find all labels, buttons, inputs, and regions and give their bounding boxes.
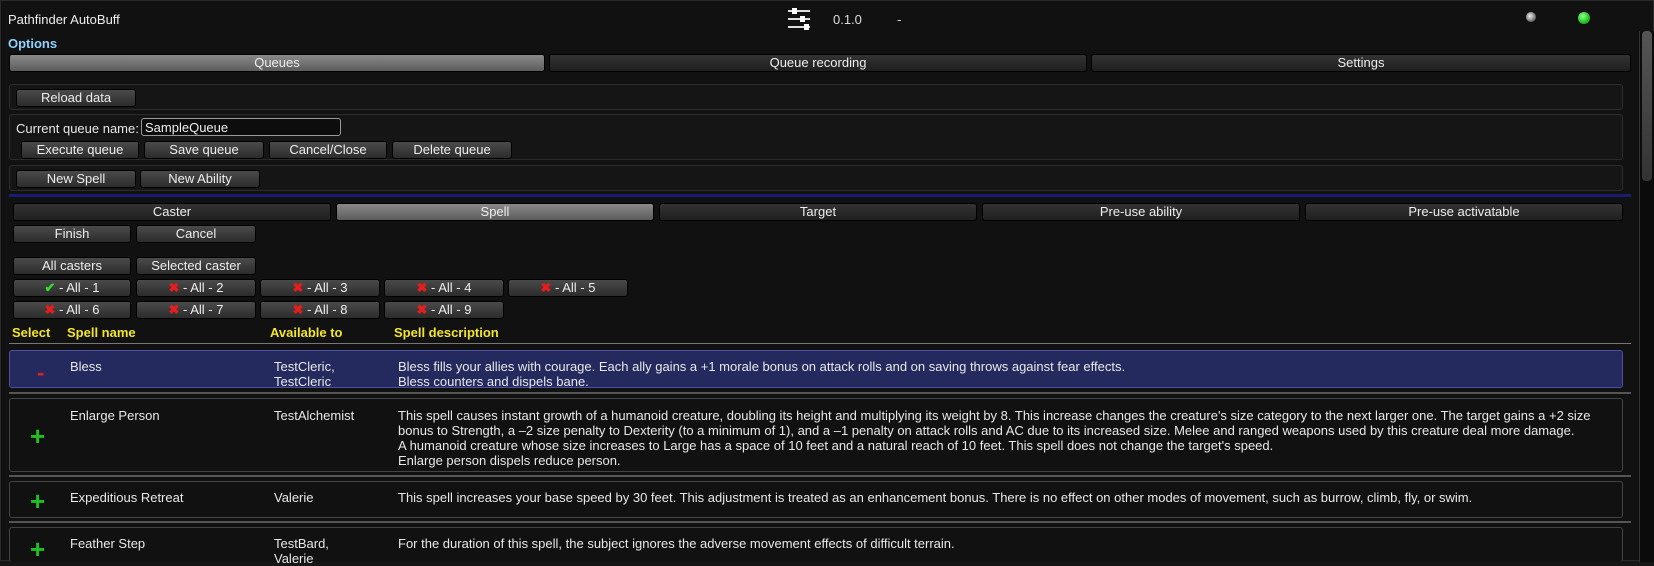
tab-queue-recording[interactable]: Queue recording xyxy=(549,54,1087,72)
title-bar: Pathfinder AutoBuff 0.1.0 - xyxy=(1,1,1654,37)
tab-settings[interactable]: Settings xyxy=(1091,54,1631,72)
description-line: For the duration of this spell, the subj… xyxy=(398,536,955,551)
column-header-spell-description: Spell description xyxy=(394,325,499,340)
level-toggle-label: - All - 4 xyxy=(427,280,472,295)
spell-name: Enlarge Person xyxy=(70,408,160,423)
level-toggle-label: - All - 9 xyxy=(427,302,472,317)
cancel-close-button[interactable]: Cancel/Close xyxy=(269,141,387,159)
scrollbar-thumb[interactable] xyxy=(1642,31,1652,181)
cross-icon: ✖ xyxy=(168,280,180,295)
cross-icon: ✖ xyxy=(416,280,428,295)
description-line: This spell causes instant growth of a hu… xyxy=(398,408,1591,423)
cancel-button[interactable]: Cancel xyxy=(136,225,256,243)
level-toggle-label: - All - 2 xyxy=(179,280,224,295)
app-window: Pathfinder AutoBuff 0.1.0 - Options Queu… xyxy=(0,0,1654,566)
level-toggle-label: - All - 7 xyxy=(179,302,224,317)
new-ability-button[interactable]: New Ability xyxy=(140,170,260,188)
description-line: bonus to Strength, a –2 size penalty to … xyxy=(398,423,1575,438)
description-line: A humanoid creature whose size increases… xyxy=(398,438,1274,453)
selected-caster-button[interactable]: Selected caster xyxy=(136,257,256,275)
table-row[interactable]: + Expeditious Retreat Valerie This spell… xyxy=(9,481,1623,518)
tab-target[interactable]: Target xyxy=(659,203,977,221)
level-toggle-label: - All - 6 xyxy=(55,302,100,317)
cross-icon: ✖ xyxy=(292,280,304,295)
spell-name: Feather Step xyxy=(70,536,146,551)
description-line: This spell increases your base speed by … xyxy=(398,490,1473,505)
header-divider xyxy=(9,343,1631,344)
cross-icon: ✖ xyxy=(416,302,428,317)
options-heading: Options xyxy=(8,36,58,51)
cross-icon: ✖ xyxy=(292,302,304,317)
queue-name-label: Current queue name: xyxy=(16,121,139,136)
level-toggle-5[interactable]: ✖ - All - 5 xyxy=(508,279,628,297)
level-toggle-label: - All - 1 xyxy=(55,280,100,295)
cross-icon: ✖ xyxy=(44,302,56,317)
row-divider xyxy=(9,475,1631,477)
status-text: - xyxy=(897,12,902,27)
section-divider xyxy=(9,194,1631,197)
column-header-available-to: Available to xyxy=(270,325,343,340)
table-row[interactable]: + Enlarge Person TestAlchemist This spel… xyxy=(9,398,1623,472)
add-icon[interactable]: + xyxy=(30,534,45,565)
available-to-line: Valerie xyxy=(274,551,314,566)
tab-pre-use-activatable[interactable]: Pre-use activatable xyxy=(1305,203,1623,221)
vertical-scrollbar[interactable] xyxy=(1639,31,1654,562)
table-row[interactable]: + Feather Step TestBard, Valerie For the… xyxy=(9,527,1623,566)
description-line: Enlarge person dispels reduce person. xyxy=(398,453,621,468)
cross-icon: ✖ xyxy=(540,280,552,295)
level-toggle-6[interactable]: ✖ - All - 6 xyxy=(13,301,131,319)
remove-icon[interactable]: - xyxy=(37,360,44,386)
spell-name: Expeditious Retreat xyxy=(70,490,184,505)
tab-pre-use-ability[interactable]: Pre-use ability xyxy=(982,203,1300,221)
add-icon[interactable]: + xyxy=(30,486,45,517)
description-line: Bless fills your allies with courage. Ea… xyxy=(398,359,1126,374)
status-dot-icon xyxy=(1578,12,1590,24)
level-toggle-8[interactable]: ✖ - All - 8 xyxy=(260,301,380,319)
level-toggle-7[interactable]: ✖ - All - 7 xyxy=(136,301,256,319)
check-icon: ✔ xyxy=(44,280,56,295)
level-toggle-label: - All - 5 xyxy=(551,280,596,295)
level-toggle-3[interactable]: ✖ - All - 3 xyxy=(260,279,380,297)
table-row[interactable]: - Bless TestCleric, TestCleric Bless fil… xyxy=(9,350,1623,389)
column-header-spell-name: Spell name xyxy=(67,325,136,340)
available-to-line: Valerie xyxy=(274,490,314,505)
level-toggle-4[interactable]: ✖ - All - 4 xyxy=(384,279,504,297)
available-to-line: TestAlchemist xyxy=(274,408,355,423)
available-to-line: TestBard, xyxy=(274,536,329,551)
app-title: Pathfinder AutoBuff xyxy=(8,12,120,27)
tab-queues[interactable]: Queues xyxy=(9,54,545,72)
level-toggle-label: - All - 8 xyxy=(303,302,348,317)
save-queue-button[interactable]: Save queue xyxy=(144,141,264,159)
cross-icon: ✖ xyxy=(168,302,180,317)
tab-spell[interactable]: Spell xyxy=(336,203,654,221)
level-toggle-1[interactable]: ✔ - All - 1 xyxy=(13,279,131,297)
available-to-line: TestCleric xyxy=(274,374,332,389)
sliders-icon[interactable] xyxy=(786,6,812,32)
version-label: 0.1.0 xyxy=(833,12,862,27)
row-divider xyxy=(9,521,1631,523)
delete-queue-button[interactable]: Delete queue xyxy=(392,141,512,159)
level-toggle-label: - All - 3 xyxy=(303,280,348,295)
record-icon[interactable] xyxy=(1526,12,1536,22)
column-header-select: Select xyxy=(12,325,51,340)
all-casters-button[interactable]: All casters xyxy=(13,257,131,275)
execute-queue-button[interactable]: Execute queue xyxy=(21,141,139,159)
reload-data-button[interactable]: Reload data xyxy=(16,89,136,107)
row-divider xyxy=(9,392,1631,394)
level-toggle-2[interactable]: ✖ - All - 2 xyxy=(136,279,256,297)
available-to-line: TestCleric, xyxy=(274,359,335,374)
add-icon[interactable]: + xyxy=(30,421,45,452)
finish-button[interactable]: Finish xyxy=(13,225,131,243)
new-spell-button[interactable]: New Spell xyxy=(16,170,136,188)
spell-name: Bless xyxy=(70,359,102,374)
description-line: Bless counters and dispels bane. xyxy=(398,374,589,389)
tab-caster[interactable]: Caster xyxy=(13,203,331,221)
queue-name-input[interactable] xyxy=(141,118,341,136)
reload-panel xyxy=(9,84,1623,110)
level-toggle-9[interactable]: ✖ - All - 9 xyxy=(384,301,504,319)
